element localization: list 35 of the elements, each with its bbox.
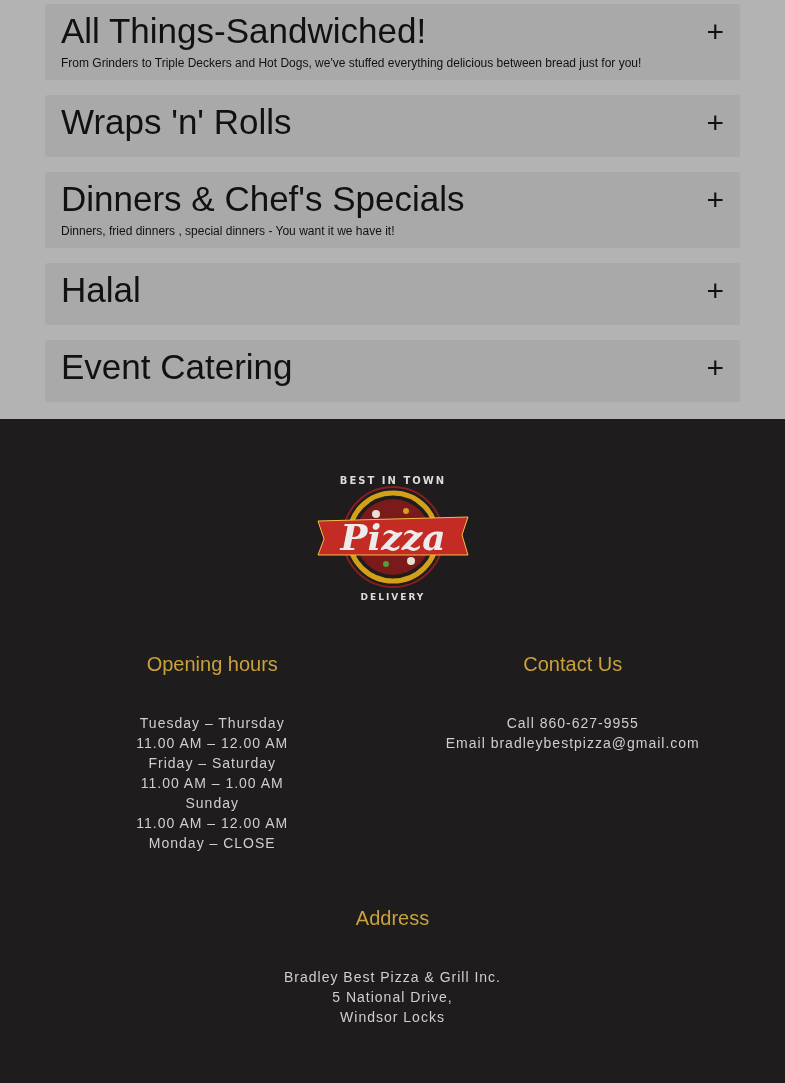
menu-section[interactable]: All Things-Sandwiched! + From Grinders to Triple Deckers and Hot Dogs, we've stuffed everything delicious between bread just for you! <box>45 4 740 80</box>
info-line: Friday – Saturday <box>148 754 276 773</box>
menu-section[interactable]: Dinners & Chef's Specials + Dinners, fried dinners , special dinners - You want it we have it! <box>45 172 740 248</box>
section-heading: Contact Us <box>523 652 623 677</box>
expand-toggle[interactable]: + <box>706 176 724 222</box>
info-line: Sunday <box>185 794 239 813</box>
menu-section[interactable]: Wraps 'n' Rolls + <box>45 95 740 157</box>
logo-text: Pizza <box>340 516 445 558</box>
info-line: Email bradleybestpizza@gmail.com <box>445 734 700 753</box>
section-title: Wraps 'n' Rolls <box>61 100 292 143</box>
section-title: Halal <box>61 268 141 311</box>
info-line: Windsor Locks <box>340 1008 445 1027</box>
section-title: All Things-Sandwiched! <box>61 9 427 52</box>
section-title: Event Catering <box>61 345 293 388</box>
section-description: Dinners, fried dinners , special dinners - You want it we have it! <box>61 223 396 240</box>
info-line: 11.00 AM – 1.00 AM <box>140 774 284 793</box>
info-line: 5 National Drive, <box>332 988 453 1007</box>
info-line: Bradley Best Pizza & Grill Inc. <box>284 968 501 987</box>
expand-toggle[interactable]: + <box>706 344 724 390</box>
section-heading: Address <box>355 906 430 931</box>
info-line: Monday – CLOSE <box>148 834 276 853</box>
info-line: Tuesday – Thursday <box>139 714 285 733</box>
section-title: Dinners & Chef's Specials <box>61 177 465 220</box>
menu-section[interactable]: Event Catering + <box>45 340 740 402</box>
expand-toggle[interactable]: + <box>706 267 724 313</box>
menu-section[interactable]: Halal + <box>45 263 740 325</box>
section-description: From Grinders to Triple Deckers and Hot Dogs, we've stuffed everything delicious between bread just for you! <box>61 55 643 72</box>
info-line: 11.00 AM – 12.00 AM <box>136 814 289 833</box>
logo-text: BEST IN TOWN <box>339 475 446 486</box>
expand-toggle[interactable]: + <box>706 8 724 54</box>
info-line: Call 860-627-9955 <box>506 714 639 733</box>
expand-toggle[interactable]: + <box>706 99 724 145</box>
section-heading: Opening hours <box>146 652 278 677</box>
info-line: 11.00 AM – 12.00 AM <box>136 734 289 753</box>
logo-text: DELIVERY <box>360 592 425 602</box>
